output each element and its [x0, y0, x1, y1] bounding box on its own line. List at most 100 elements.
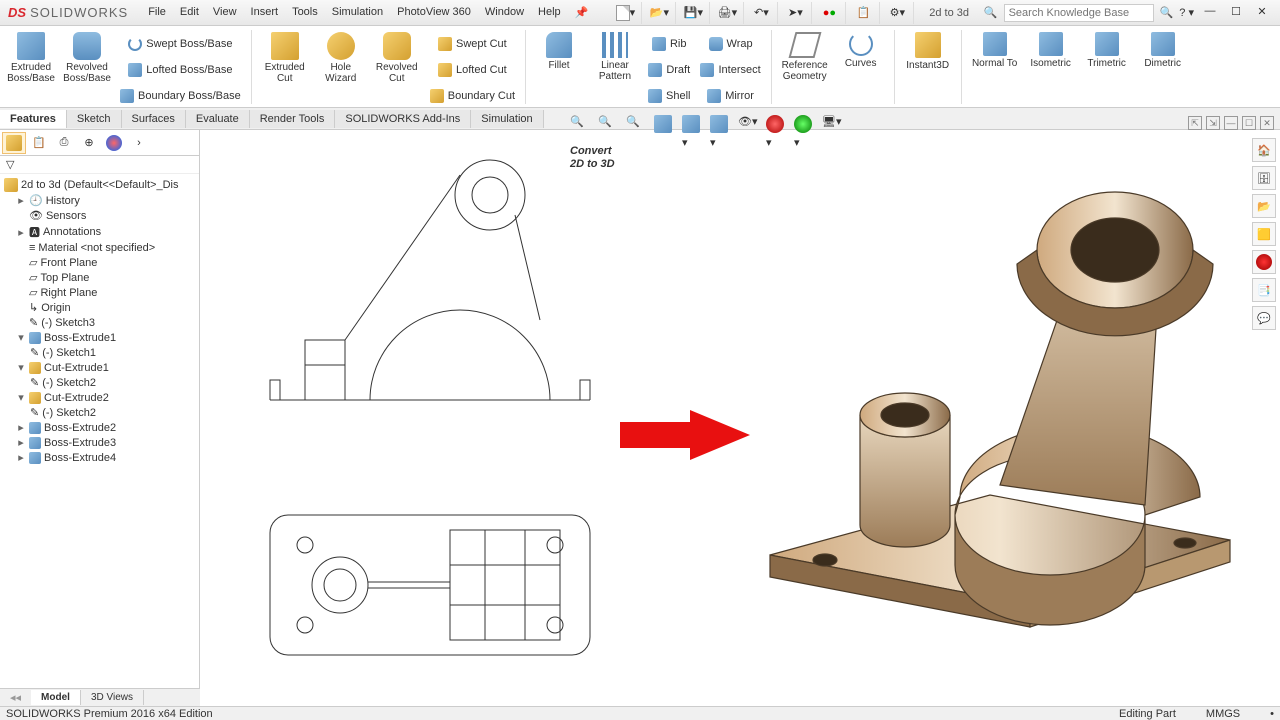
minimize-icon[interactable]: —	[1200, 5, 1220, 21]
extruded-cut-button[interactable]: Extruded Cut	[258, 30, 312, 110]
property-tab-icon[interactable]: 📋	[27, 132, 51, 154]
search-go-icon[interactable]: 🔍	[1160, 6, 1174, 19]
home-icon[interactable]: 🏠	[1252, 138, 1276, 162]
mirror-button[interactable]: Mirror	[705, 84, 756, 108]
status-more-icon[interactable]: •	[1270, 708, 1274, 720]
swept-cut-button[interactable]: Swept Cut	[436, 32, 509, 56]
prev-view-icon[interactable]: 🔍	[626, 115, 648, 137]
draft-button[interactable]: Draft	[646, 58, 692, 82]
rebuild-icon[interactable]: ●●	[818, 2, 846, 24]
tab-surfaces[interactable]: Surfaces	[122, 110, 186, 128]
tab-3d-views[interactable]: 3D Views	[81, 690, 144, 705]
tree-top-plane[interactable]: ▱Top Plane	[2, 270, 197, 285]
tab-render-tools[interactable]: Render Tools	[250, 110, 336, 128]
select-icon[interactable]: ➤▾	[784, 2, 812, 24]
tree-annotations[interactable]: ▸🅰Annotations	[2, 223, 197, 241]
revolved-cut-button[interactable]: Revolved Cut	[370, 30, 424, 110]
menu-window[interactable]: Window	[479, 3, 530, 22]
swept-boss-button[interactable]: Swept Boss/Base	[126, 32, 234, 56]
instant3d-button[interactable]: Instant3D	[901, 30, 955, 73]
menu-simulation[interactable]: Simulation	[326, 3, 389, 22]
tree-right-plane[interactable]: ▱Right Plane	[2, 285, 197, 300]
tab-simulation[interactable]: Simulation	[471, 110, 543, 128]
intersect-button[interactable]: Intersect	[698, 58, 762, 82]
scene-icon[interactable]: ▾	[794, 115, 816, 137]
dimetric-button[interactable]: Dimetric	[1136, 30, 1190, 71]
menu-pin-icon[interactable]: 📌	[569, 3, 595, 22]
fillet-button[interactable]: Fillet	[532, 30, 586, 110]
print-icon[interactable]: 🖨▾	[716, 2, 744, 24]
linear-pattern-button[interactable]: Linear Pattern	[588, 30, 642, 110]
tree-cut-extrude1[interactable]: ▾Cut-Extrude1	[2, 360, 197, 375]
forum-icon[interactable]: 💬	[1252, 306, 1276, 330]
close-icon[interactable]: ✕	[1252, 5, 1272, 21]
lofted-cut-button[interactable]: Lofted Cut	[436, 58, 509, 82]
menu-insert[interactable]: Insert	[245, 3, 285, 22]
file-explorer-icon[interactable]: 📂	[1252, 194, 1276, 218]
display-style-icon[interactable]: ▾	[710, 115, 732, 137]
tab-sketch[interactable]: Sketch	[67, 110, 122, 128]
normal-to-button[interactable]: Normal To	[968, 30, 1022, 71]
curves-button[interactable]: Curves	[834, 30, 888, 84]
tab-features[interactable]: Features	[0, 110, 67, 128]
tree-front-plane[interactable]: ▱Front Plane	[2, 255, 197, 270]
search-input[interactable]	[1004, 4, 1154, 22]
menu-photoview[interactable]: PhotoView 360	[391, 3, 477, 22]
open-doc-icon[interactable]: 📂▾	[648, 2, 676, 24]
status-units[interactable]: MMGS	[1206, 708, 1240, 720]
view-orientation-icon[interactable]: ▾	[682, 115, 704, 137]
tree-sketch2b[interactable]: ✎(-) Sketch2	[2, 405, 197, 420]
menu-file[interactable]: File	[142, 3, 172, 22]
maximize-icon[interactable]: ☐	[1226, 5, 1246, 21]
trimetric-button[interactable]: Trimetric	[1080, 30, 1134, 71]
tab-evaluate[interactable]: Evaluate	[186, 110, 250, 128]
hole-wizard-button[interactable]: Hole Wizard	[314, 30, 368, 110]
vp-close-icon[interactable]: ✕	[1260, 116, 1274, 130]
help-dropdown-icon[interactable]: ? ▾	[1179, 6, 1194, 19]
view-settings-icon[interactable]: 🖥▾	[822, 115, 844, 137]
tree-material[interactable]: ≡Material <not specified>	[2, 241, 197, 255]
rib-button[interactable]: Rib	[650, 32, 689, 56]
graphics-viewport[interactable]: Convert 2D to 3D	[200, 130, 1280, 692]
custom-props-icon[interactable]: 📑	[1252, 278, 1276, 302]
config-tab-icon[interactable]: ⎙	[52, 132, 76, 154]
view-palette-icon[interactable]: 🟨	[1252, 222, 1276, 246]
menu-view[interactable]: View	[207, 3, 243, 22]
lofted-boss-button[interactable]: Lofted Boss/Base	[126, 58, 234, 82]
vp-link2-icon[interactable]: ⇲	[1206, 116, 1220, 130]
dimxpert-tab-icon[interactable]: ⊕	[77, 132, 101, 154]
appearances-pane-icon[interactable]	[1252, 250, 1276, 274]
save-icon[interactable]: 💾▾	[682, 2, 710, 24]
tree-history[interactable]: ▸🕘History	[2, 193, 197, 208]
boundary-cut-button[interactable]: Boundary Cut	[428, 84, 517, 108]
tree-boss-extrude3[interactable]: ▸Boss-Extrude3	[2, 435, 197, 450]
tree-filter[interactable]: ▽	[0, 156, 199, 174]
menu-tools[interactable]: Tools	[286, 3, 324, 22]
tree-origin[interactable]: ↳Origin	[2, 300, 197, 315]
menu-edit[interactable]: Edit	[174, 3, 205, 22]
tree-boss-extrude2[interactable]: ▸Boss-Extrude2	[2, 420, 197, 435]
display-tab-icon[interactable]	[102, 132, 126, 154]
tree-sketch3[interactable]: ✎(-) Sketch3	[2, 315, 197, 330]
scroll-left-icon[interactable]: ◂◂	[0, 691, 31, 704]
tree-sketch1[interactable]: ✎(-) Sketch1	[2, 345, 197, 360]
tree-sketch2a[interactable]: ✎(-) Sketch2	[2, 375, 197, 390]
feature-tree-tab-icon[interactable]	[2, 132, 26, 154]
vp-min-icon[interactable]: —	[1224, 116, 1238, 130]
shell-button[interactable]: Shell	[646, 84, 692, 108]
wrap-button[interactable]: Wrap	[707, 32, 755, 56]
tree-root[interactable]: 2d to 3d (Default<<Default>_Dis	[2, 177, 197, 193]
new-doc-icon[interactable]: ▾	[614, 2, 642, 24]
section-view-icon[interactable]	[654, 115, 676, 137]
tab-addins[interactable]: SOLIDWORKS Add-Ins	[335, 110, 471, 128]
search-toggle-icon[interactable]: 🔍	[984, 6, 998, 19]
boundary-boss-button[interactable]: Boundary Boss/Base	[118, 84, 243, 108]
hide-show-icon[interactable]: 👁▾	[738, 115, 760, 137]
isometric-button[interactable]: Isometric	[1024, 30, 1078, 71]
tab-model[interactable]: Model	[31, 690, 81, 705]
settings-icon[interactable]: ⚙▾	[886, 2, 914, 24]
menu-help[interactable]: Help	[532, 3, 567, 22]
zoom-fit-icon[interactable]: 🔍	[570, 115, 592, 137]
vp-max-icon[interactable]: ☐	[1242, 116, 1256, 130]
options-icon[interactable]: 📋	[852, 2, 880, 24]
